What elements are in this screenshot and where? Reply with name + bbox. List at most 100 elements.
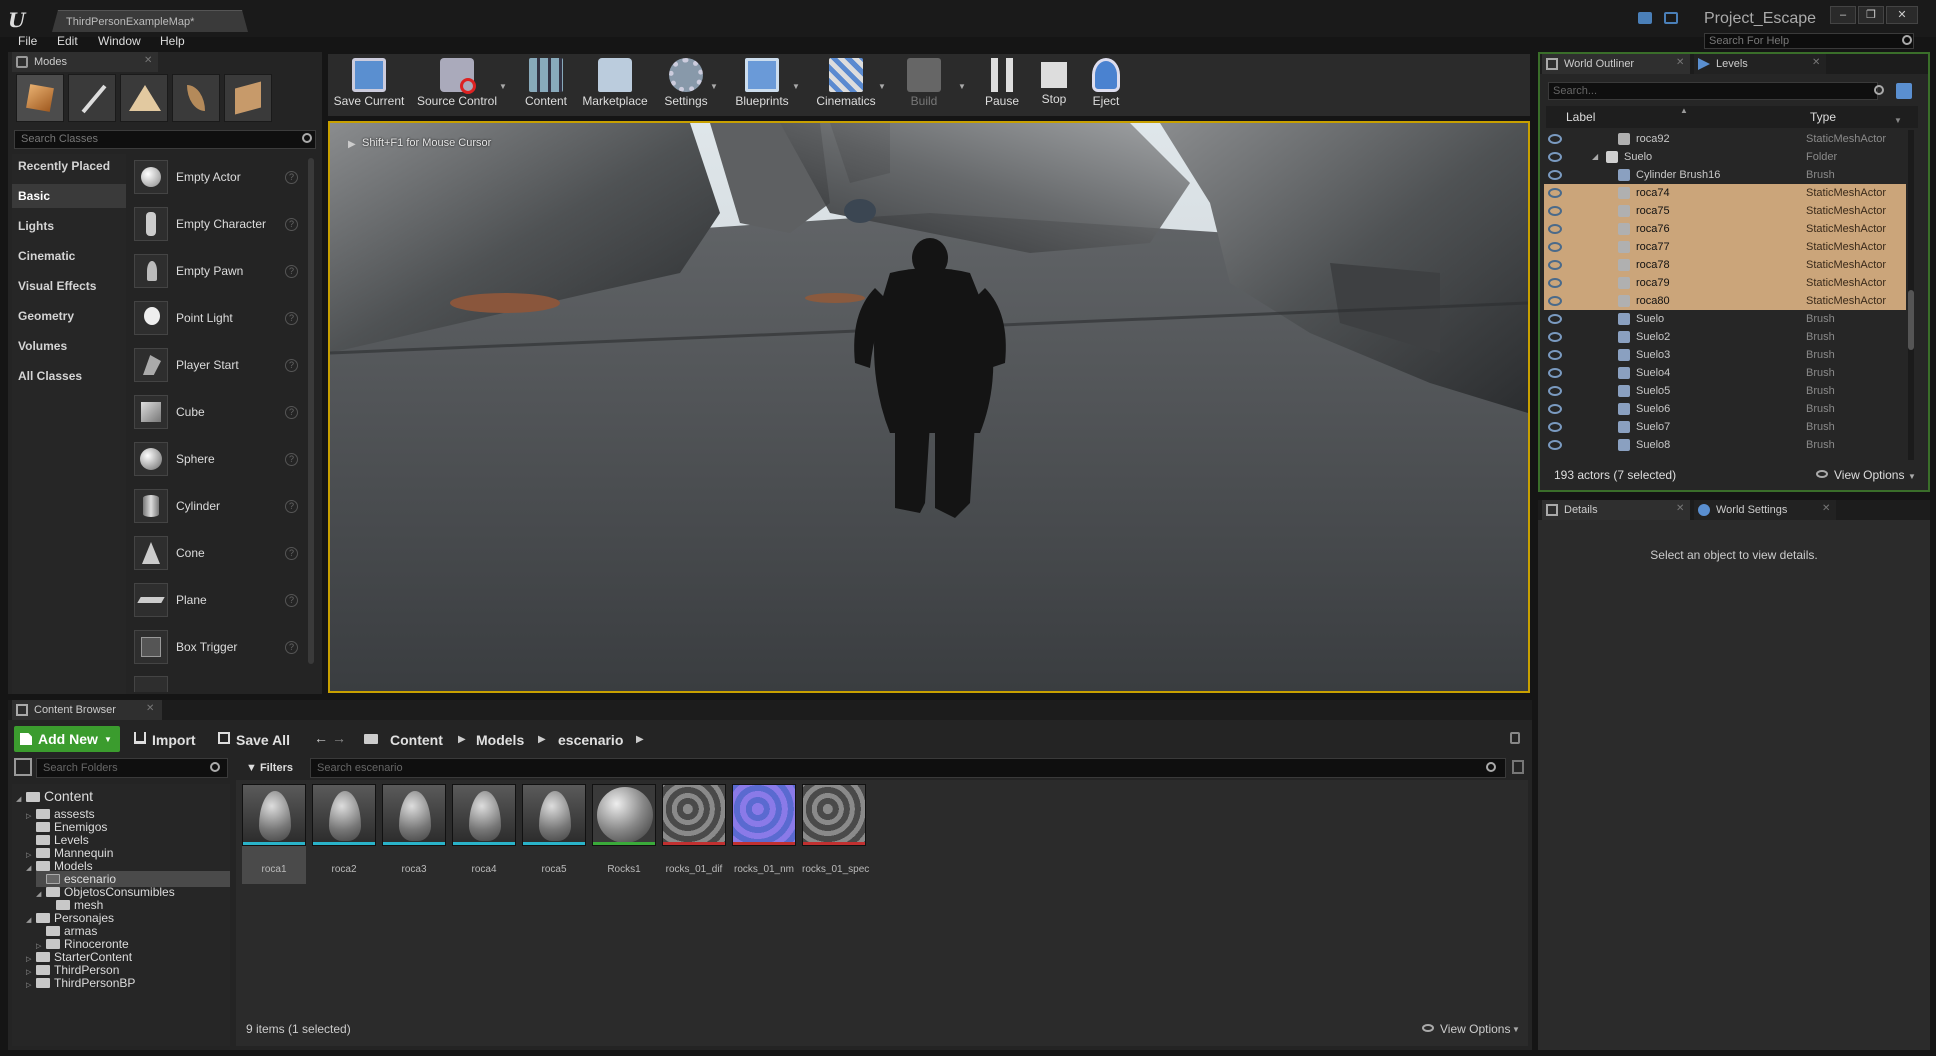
outliner-row[interactable]: Cylinder Brush16 Brush [1544, 166, 1906, 184]
tab-world-outliner[interactable]: World Outliner [1542, 54, 1690, 74]
help-search-input[interactable]: Search For Help [1704, 33, 1914, 49]
category-volumes[interactable]: Volumes [12, 334, 126, 358]
eject-button[interactable]: Eject [1080, 54, 1132, 114]
category-lights[interactable]: Lights [12, 214, 126, 238]
visibility-eye-icon[interactable] [1548, 422, 1562, 432]
help-icon[interactable]: ? [285, 594, 298, 607]
paint-mode-button[interactable] [68, 74, 116, 122]
tab-modes[interactable]: Modes [12, 52, 158, 72]
class-item[interactable]: Player Start? [132, 342, 304, 388]
asset-tile[interactable]: roca1 [242, 784, 306, 884]
stop-button[interactable]: Stop [1028, 54, 1080, 114]
blueprints-button[interactable]: Blueprints [728, 54, 796, 114]
filters-button[interactable]: ▼ Filters [242, 758, 302, 778]
outliner-row[interactable]: roca78 StaticMeshActor [1544, 256, 1906, 274]
dropdown-arrow-icon[interactable]: ▼ [499, 82, 507, 91]
asset-tile[interactable]: roca2 [312, 784, 376, 884]
source-control-button[interactable]: Source Control [412, 54, 502, 114]
save-all-button[interactable]: Save All [236, 728, 290, 752]
search-folders-input[interactable]: Search Folders [36, 758, 228, 778]
help-icon[interactable]: ? [285, 641, 298, 654]
breadcrumb-models[interactable]: Models [476, 728, 524, 752]
asset-tile[interactable]: Rocks1 [592, 784, 656, 884]
outliner-row[interactable]: ◢ Suelo Folder [1544, 148, 1906, 166]
search-assets-input[interactable]: Search escenario [310, 758, 1506, 778]
menu-window[interactable]: Window [98, 34, 141, 48]
col-label[interactable]: Label [1566, 110, 1595, 124]
visibility-eye-icon[interactable] [1548, 206, 1562, 216]
scrollbar[interactable] [308, 158, 314, 664]
outliner-row[interactable]: Suelo6 Brush [1544, 400, 1906, 418]
help-icon[interactable]: ? [285, 359, 298, 372]
help-icon[interactable]: ? [285, 265, 298, 278]
asset-tile[interactable]: rocks_01_nm [732, 784, 796, 884]
foliage-mode-button[interactable] [172, 74, 220, 122]
tab-levels[interactable]: Levels [1694, 54, 1826, 74]
tab-world-settings[interactable]: World Settings [1694, 500, 1836, 520]
dropdown-arrow-icon[interactable]: ▼ [1894, 116, 1902, 125]
visibility-eye-icon[interactable] [1548, 332, 1562, 342]
expand-arrow-icon[interactable]: ◢ [36, 887, 46, 903]
asset-tile[interactable]: rocks_01_dif [662, 784, 726, 884]
outliner-row[interactable]: Suelo2 Brush [1544, 328, 1906, 346]
cinematics-button[interactable]: Cinematics [810, 54, 882, 114]
save-current-button[interactable]: Save Current [332, 54, 406, 114]
class-item[interactable]: Box Trigger? [132, 624, 304, 670]
visibility-eye-icon[interactable] [1548, 224, 1562, 234]
outliner-row[interactable]: Suelo8 Brush [1544, 436, 1906, 454]
visibility-eye-icon[interactable] [1548, 188, 1562, 198]
category-visual-effects[interactable]: Visual Effects [12, 274, 126, 298]
visibility-eye-icon[interactable] [1548, 134, 1562, 144]
feedback-icon[interactable] [1664, 12, 1678, 24]
asset-tile[interactable]: roca3 [382, 784, 446, 884]
outliner-row[interactable]: Suelo3 Brush [1544, 346, 1906, 364]
level-viewport[interactable]: ▶ Shift+F1 for Mouse Cursor [328, 121, 1530, 693]
visibility-eye-icon[interactable] [1548, 368, 1562, 378]
tab-details[interactable]: Details [1542, 500, 1690, 520]
category-geometry[interactable]: Geometry [12, 304, 126, 328]
pause-button[interactable]: Pause [976, 54, 1028, 114]
help-icon[interactable]: ? [285, 312, 298, 325]
outliner-row[interactable]: roca76 StaticMeshActor [1544, 220, 1906, 238]
close-tab-icon[interactable]: ✕ [1812, 57, 1820, 68]
outliner-scrollbar-thumb[interactable] [1908, 290, 1914, 350]
col-type[interactable]: Type [1810, 110, 1836, 124]
geometry-mode-button[interactable] [224, 74, 272, 122]
cb-view-options[interactable]: View Options [1440, 1022, 1510, 1036]
add-actor-icon[interactable] [1896, 83, 1912, 99]
help-icon[interactable]: ? [285, 547, 298, 560]
visibility-eye-icon[interactable] [1548, 296, 1562, 306]
tree-folder-item[interactable]: ▷ ThirdPersonBP [26, 975, 230, 991]
help-icon[interactable]: ? [285, 406, 298, 419]
outliner-row[interactable]: roca77 StaticMeshActor [1544, 238, 1906, 256]
category-cinematic[interactable]: Cinematic [12, 244, 126, 268]
dropdown-arrow-icon[interactable]: ▼ [792, 82, 800, 91]
save-search-icon[interactable] [1512, 760, 1524, 774]
content-button[interactable]: Content [518, 54, 574, 114]
dropdown-arrow-icon[interactable]: ▼ [958, 82, 966, 91]
class-item[interactable]: Empty Actor? [132, 154, 304, 200]
breadcrumb-separator-icon[interactable]: ▶ [636, 734, 644, 745]
expand-arrow-icon[interactable]: ◢ [26, 861, 36, 877]
visibility-eye-icon[interactable] [1548, 260, 1562, 270]
expand-arrow-icon[interactable]: ◢ [26, 913, 36, 929]
menu-help[interactable]: Help [160, 34, 185, 48]
class-item[interactable]: Cube? [132, 389, 304, 435]
visibility-eye-icon[interactable] [1548, 386, 1562, 396]
asset-tile[interactable]: rocks_01_spec [802, 784, 869, 884]
visibility-eye-icon[interactable] [1548, 242, 1562, 252]
expand-arrow-icon[interactable]: ▶ [348, 139, 356, 150]
tree-folder-item[interactable]: ◢ Content [16, 788, 230, 804]
chat-icon[interactable] [1638, 12, 1652, 24]
expand-arrow-icon[interactable]: ▷ [26, 978, 36, 994]
close-tab-icon[interactable]: ✕ [1676, 57, 1684, 68]
outliner-row[interactable]: Suelo5 Brush [1544, 382, 1906, 400]
tab-content-browser[interactable]: Content Browser [12, 700, 162, 720]
visibility-eye-icon[interactable] [1548, 170, 1562, 180]
class-item[interactable]: Plane? [132, 577, 304, 623]
settings-button[interactable]: Settings [658, 54, 714, 114]
outliner-row[interactable]: roca74 StaticMeshActor [1544, 184, 1906, 202]
minimize-button[interactable]: – [1830, 6, 1856, 24]
outliner-row[interactable]: roca75 StaticMeshActor [1544, 202, 1906, 220]
outliner-row[interactable]: Suelo7 Brush [1544, 418, 1906, 436]
